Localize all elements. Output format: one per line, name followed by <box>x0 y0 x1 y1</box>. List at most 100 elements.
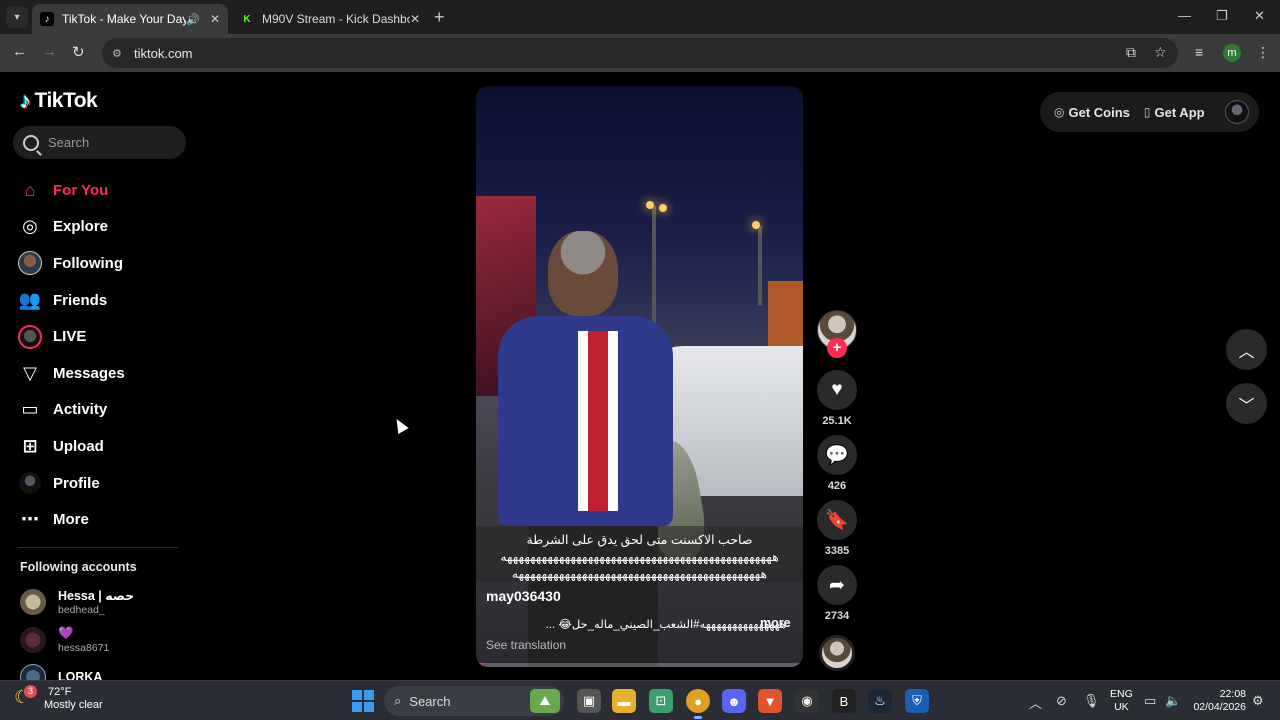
widget-landscape-icon[interactable]: ⛰ <box>530 689 560 713</box>
rocket-league-icon[interactable]: ⛨ <box>905 689 929 713</box>
microphone-icon[interactable]: 🎙 <box>1083 693 1100 709</box>
like-count: 25.1K <box>822 415 852 427</box>
account-name: Hessa | حصه <box>58 589 135 603</box>
music-disc[interactable] <box>819 635 855 671</box>
forward-button[interactable]: → <box>42 43 57 60</box>
tray-chevron-up-icon[interactable]: ︿ <box>1029 693 1042 712</box>
weather-widget[interactable]: ☾ 3 72°F Mostly clear <box>14 684 103 711</box>
close-icon[interactable]: ✕ <box>210 12 220 26</box>
tab-search-button[interactable]: ▾ <box>6 6 28 28</box>
logo-text: TikTok <box>34 89 98 112</box>
sidebar-nav: ⌂ For You ◎ Explore Following 👥 Friends … <box>18 172 188 538</box>
reload-button[interactable]: ↻ <box>72 43 85 61</box>
site-info-icon[interactable]: ⚙ <box>112 47 126 60</box>
language-indicator[interactable]: ENG UK <box>1110 688 1133 714</box>
menu-icon[interactable]: ⋮ <box>1256 44 1270 61</box>
video-progress-bar[interactable] <box>476 663 803 667</box>
system-clock[interactable]: 22:08 02/04/2026 <box>1192 688 1246 714</box>
get-coins-button[interactable]: ◎ Get Coins <box>1054 105 1130 120</box>
sidebar-item-profile[interactable]: Profile <box>18 465 188 502</box>
task-view-icon[interactable]: ▣ <box>577 689 601 713</box>
bookmark-star-icon[interactable]: ☆ <box>1154 44 1167 61</box>
following-account[interactable]: 💜 hessa8671 <box>20 626 109 654</box>
start-button[interactable] <box>352 690 374 712</box>
sidebar-item-for-you[interactable]: ⌂ For You <box>18 172 188 209</box>
back-button[interactable]: ← <box>12 43 27 60</box>
bookmark-icon: 🔖 <box>825 510 849 531</box>
sidebar-item-label: Activity <box>53 401 108 419</box>
previous-video-button[interactable]: ︿ <box>1226 329 1267 370</box>
video-scene-lamp <box>758 226 762 306</box>
volume-icon[interactable]: 🔈 <box>1165 693 1181 709</box>
next-video-button[interactable]: ﹀ <box>1226 383 1267 424</box>
sidebar-item-explore[interactable]: ◎ Explore <box>18 209 188 246</box>
tab-kick[interactable]: K M90V Stream - Kick Dashboard ✕ <box>232 4 428 34</box>
sidebar-item-messages[interactable]: ▽ Messages <box>18 355 188 392</box>
send-icon: ▽ <box>23 362 37 383</box>
restore-button[interactable]: ❐ <box>1216 8 1228 24</box>
speaker-icon[interactable]: 🔊 <box>186 13 200 26</box>
chrome-icon[interactable]: ● <box>686 689 710 719</box>
plus-icon: ⊞ <box>22 435 38 456</box>
new-tab-button[interactable]: + <box>434 7 445 28</box>
weather-moon-icon: ☾ 3 <box>14 684 38 711</box>
follow-plus-icon[interactable]: + <box>827 338 847 358</box>
following-account[interactable]: Hessa | حصه bedhead_ <box>20 588 134 616</box>
avatar <box>20 589 46 615</box>
sidebar-item-activity[interactable]: ▭ Activity <box>18 392 188 429</box>
weather-temp: 72°F <box>48 686 72 698</box>
sidebar-item-label: Profile <box>53 474 100 492</box>
sidebar-item-live[interactable]: LIVE <box>18 318 188 355</box>
more-button[interactable]: more <box>760 616 791 630</box>
video-caption-band: صاحب الاكسنت متى لحق يدق على الشرطة هههه… <box>476 526 803 582</box>
comment-icon: 💬 <box>825 445 849 466</box>
obs-icon[interactable]: ◉ <box>795 689 819 713</box>
close-icon[interactable]: ✕ <box>410 12 420 26</box>
share-button[interactable]: ➦ <box>817 565 857 605</box>
tiktok-logo[interactable]: ♪ TikTok <box>20 88 98 114</box>
get-app-button[interactable]: ▯ Get App <box>1144 105 1205 120</box>
sidebar-item-label: LIVE <box>53 328 87 346</box>
video-caption-line: هههههههههههههههههههههههههههههههههههههههه… <box>500 550 779 564</box>
search-input[interactable]: Search <box>13 126 186 159</box>
sidebar-item-more[interactable]: ⋯ More <box>18 501 188 538</box>
brave-icon[interactable]: ▼ <box>758 689 782 713</box>
close-window-button[interactable]: ✕ <box>1254 8 1265 24</box>
profile-avatar[interactable]: m <box>1223 44 1241 62</box>
profile-avatar-icon <box>18 471 42 495</box>
steam-icon[interactable]: ♨ <box>868 689 892 713</box>
avatar-icon <box>18 251 42 276</box>
game-controller-icon[interactable]: ⊡ <box>649 689 673 713</box>
search-placeholder: Search <box>48 135 90 150</box>
user-avatar[interactable] <box>1224 100 1249 124</box>
save-button[interactable]: 🔖 <box>817 500 857 540</box>
sidebar-item-friends[interactable]: 👥 Friends <box>18 282 188 319</box>
file-explorer-icon[interactable]: ▬ <box>612 689 636 713</box>
see-translation-link[interactable]: See translation <box>486 638 566 652</box>
install-app-icon[interactable]: ⧉ <box>1126 44 1136 61</box>
camera-off-icon[interactable]: ⊘ <box>1056 693 1067 709</box>
discord-icon[interactable]: ☻ <box>722 689 746 713</box>
comment-button[interactable]: 💬 <box>817 435 857 475</box>
video-scene-light <box>659 204 667 212</box>
search-icon: ⌕ <box>394 693 402 708</box>
avatar <box>20 627 46 653</box>
app-bm-icon[interactable]: B <box>832 689 856 713</box>
sidebar-item-upload[interactable]: ⊞ Upload <box>18 428 188 465</box>
tab-tiktok[interactable]: ♪ TikTok - Make Your Day 🔊 ✕ <box>32 4 228 34</box>
video-caption-line: هههههههههههههههههههههههههههههههههههههههه… <box>511 567 768 581</box>
video-author[interactable]: may036430 <box>486 588 561 604</box>
network-icon[interactable]: ▭ <box>1144 693 1156 709</box>
address-bar[interactable]: ⚙ tiktok.com <box>102 38 1178 68</box>
phone-icon: ▯ <box>1143 105 1151 119</box>
following-accounts-title: Following accounts <box>20 560 137 574</box>
sidebar-item-following[interactable]: Following <box>18 245 188 282</box>
media-controls-icon[interactable]: ≡ <box>1195 44 1203 60</box>
notifications-icon[interactable]: ⚙ <box>1252 693 1264 709</box>
tiktok-note-icon: ♪ <box>20 88 31 113</box>
video-player[interactable]: صاحب الاكسنت متى لحق يدق على الشرطة هههه… <box>476 86 803 667</box>
like-button[interactable]: ♥ <box>817 370 857 410</box>
minimize-button[interactable]: — <box>1178 8 1191 23</box>
sidebar-item-label: Messages <box>53 364 125 382</box>
video-description: هههههههههههههههه#الشعب_الصيني_ماله_حل😂 .… <box>545 619 786 631</box>
